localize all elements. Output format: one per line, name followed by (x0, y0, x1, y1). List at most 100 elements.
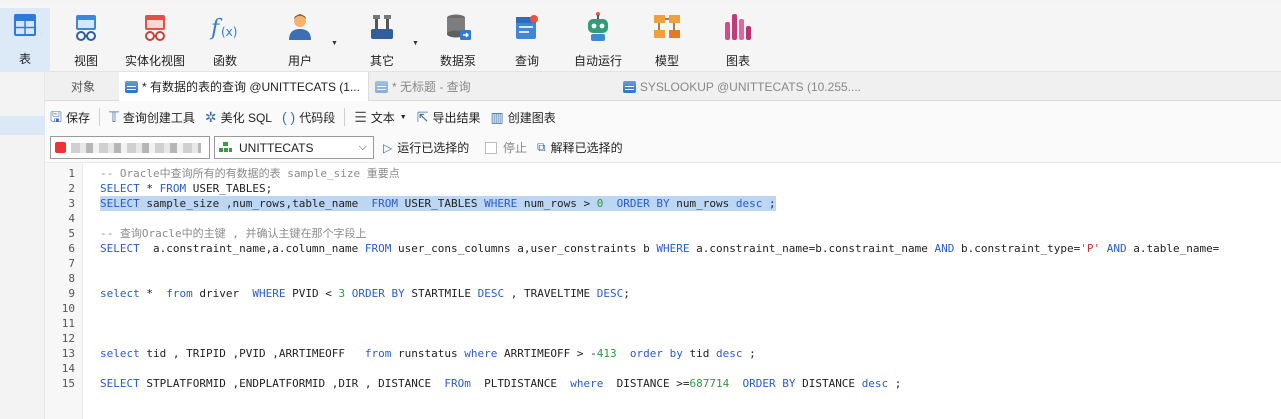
code-line[interactable]: SELECT a.constraint_name,a.column_name F… (100, 241, 1219, 256)
code-snippet-label: 代码段 (299, 110, 336, 125)
data-pump-icon (441, 10, 475, 46)
line-number: 1 (68, 167, 75, 180)
connection-row: UNITTECATS ⌵ ▷ 运行已选择的 停止 ⧉ 解释已选择的 (45, 133, 1281, 163)
code-snippet-icon: ( ) (281, 109, 296, 125)
query-builder-label: 查询创建工具 (122, 110, 195, 125)
tools-icon (365, 10, 399, 46)
create-chart-button[interactable]: ▥ 创建图表 (485, 105, 560, 129)
ribbon-button-label: 图表 (725, 54, 750, 68)
sidebar-selected-item[interactable] (0, 116, 45, 135)
ribbon-other-button[interactable]: 其它 (364, 10, 400, 72)
code-line[interactable]: SELECT * FROM USER_TABLES; (100, 181, 272, 196)
explain-icon: ⧉ (537, 140, 546, 154)
schema-select[interactable]: UNITTECATS ⌵ (214, 136, 374, 159)
run-selected-label: 运行已选择的 (397, 141, 470, 155)
tab-query-data-tables[interactable]: * 有数据的表的查询 @UNITTECATS (1... (119, 72, 369, 101)
ribbon-button-label: 表 (18, 52, 31, 66)
code-line-selected[interactable]: SELECT sample_size ,num_rows,table_name … (100, 196, 776, 211)
ribbon-user-button[interactable]: 用户 (282, 10, 318, 72)
sql-editor[interactable]: 1 2 3 4 5 6 7 8 9 10 11 12 13 14 15 -- O… (45, 163, 1281, 419)
ribbon-toolbar: 表 视图 实体化视图 f (x) 函数 用户 ▼ 其它 ▼ 数据泵 查询 自动运… (0, 4, 1281, 74)
line-number: 7 (68, 257, 75, 270)
connection-select[interactable] (50, 136, 210, 159)
tab-label: 对象 (71, 80, 96, 94)
oracle-connection-icon (55, 142, 66, 153)
explain-selected-label: 解释已选择的 (550, 141, 623, 155)
model-icon (650, 10, 684, 46)
text-dropdown-icon: ▼ (399, 113, 407, 121)
beautify-label: 美化 SQL (220, 110, 272, 125)
code-line[interactable]: select * from driver WHERE PVID < 3 ORDE… (100, 286, 630, 301)
ribbon-view-button[interactable]: 视图 (68, 10, 104, 72)
user-icon (283, 10, 317, 46)
query-toolbar: 🖫 保存 𝕋 查询创建工具 ✲ 美化 SQL ( ) 代码段 ☰ 文本 ▼ ⇱ 导出结果 ▥ 创… (45, 101, 1281, 133)
function-icon: f (x) (208, 10, 242, 46)
line-number: 13 (61, 347, 75, 360)
ribbon-automation-button[interactable]: 自动运行 (570, 10, 626, 72)
chart-icon (721, 10, 755, 46)
export-icon: ⇱ (416, 109, 429, 125)
tab-objects[interactable]: 对象 (65, 72, 115, 101)
ribbon-button-label: 实体化视图 (124, 54, 185, 68)
line-number: 4 (68, 212, 75, 225)
save-icon: 🖫 (50, 109, 62, 125)
ribbon-button-label: 其它 (369, 54, 394, 68)
text-button[interactable]: ☰ 文本 ▼ (349, 105, 412, 129)
ribbon-chart-button[interactable]: 图表 (720, 10, 756, 72)
line-number: 5 (68, 227, 75, 240)
query-builder-button[interactable]: 𝕋 查询创建工具 (104, 105, 200, 129)
tab-untitled-query[interactable]: * 无标题 - 查询 (369, 72, 614, 101)
chart-small-icon: ▥ (490, 109, 504, 125)
export-results-button[interactable]: ⇱ 导出结果 (412, 105, 486, 129)
user-dropdown-arrow-icon[interactable]: ▼ (331, 40, 338, 47)
line-number: 8 (68, 272, 75, 285)
line-number: 9 (68, 287, 75, 300)
ribbon-button-label: 视图 (73, 54, 98, 68)
view-icon (69, 10, 103, 46)
code-snippet-button[interactable]: ( ) 代码段 (277, 105, 340, 129)
code-line[interactable]: select tid , TRIPID ,PVID ,ARRTIMEOFF fr… (100, 346, 756, 361)
line-number: 11 (61, 317, 75, 330)
save-label: 保存 (65, 110, 90, 125)
ribbon-button-label: 自动运行 (573, 54, 622, 68)
other-dropdown-arrow-icon[interactable]: ▼ (412, 40, 419, 47)
ribbon-button-label: 模型 (654, 54, 679, 68)
text-icon: ☰ (354, 109, 367, 125)
line-number: 14 (61, 362, 75, 375)
line-number: 3 (68, 197, 75, 210)
object-sidebar (0, 72, 45, 419)
explain-selected-button[interactable]: ⧉ 解释已选择的 (537, 136, 623, 159)
code-line[interactable]: SELECT STPLATFORMID ,ENDPLATFORMID ,DIR … (100, 376, 901, 391)
export-label: 导出结果 (432, 110, 481, 125)
robot-icon (581, 10, 615, 46)
code-line[interactable]: -- Oracle中查询所有的有数据的表 sample_size 重要点 (100, 166, 400, 181)
ribbon-model-button[interactable]: 模型 (649, 10, 685, 72)
ribbon-materialized-view-button[interactable]: 实体化视图 (122, 10, 188, 72)
ribbon-query-button[interactable]: 查询 (509, 10, 545, 72)
line-number-gutter: 1 2 3 4 5 6 7 8 9 10 11 12 13 14 15 (45, 163, 83, 419)
tab-label: * 有数据的表的查询 @UNITTECATS (1... (142, 80, 360, 94)
ribbon-table-button[interactable]: 表 (0, 8, 50, 74)
ribbon-function-button[interactable]: f (x) 函数 (207, 10, 243, 72)
query-icon (510, 10, 544, 46)
schema-value: UNITTECATS (239, 140, 314, 155)
run-selected-button[interactable]: ▷ 运行已选择的 (383, 136, 469, 159)
stop-button[interactable]: 停止 (485, 136, 527, 159)
connection-name-redacted (71, 143, 201, 153)
line-number: 6 (68, 242, 75, 255)
tab-label: * 无标题 - 查询 (392, 80, 471, 94)
schema-icon (219, 142, 232, 153)
toolbar-divider (98, 108, 100, 126)
chevron-down-icon: ⌵ (358, 141, 367, 153)
materialized-view-icon (138, 10, 172, 46)
save-button[interactable]: 🖫 保存 (45, 105, 95, 129)
tab-label: SYSLOOKUP @UNITTECATS (10.255.... (639, 79, 861, 94)
tab-syslookup[interactable]: SYSLOOKUP @UNITTECATS (10.255.... (617, 72, 867, 101)
code-line[interactable]: -- 查询Oracle中的主键 , 并确认主键在那个字段上 (100, 226, 366, 241)
ribbon-data-pump-button[interactable]: 数据泵 (436, 10, 480, 72)
query-builder-icon: 𝕋 (108, 109, 119, 125)
ribbon-button-label: 用户 (287, 54, 312, 68)
tab-bar: 对象 * 有数据的表的查询 @UNITTECATS (1... * 无标题 - … (45, 72, 1281, 101)
beautify-sql-button[interactable]: ✲ 美化 SQL (200, 105, 277, 129)
query-tab-icon (125, 80, 138, 93)
